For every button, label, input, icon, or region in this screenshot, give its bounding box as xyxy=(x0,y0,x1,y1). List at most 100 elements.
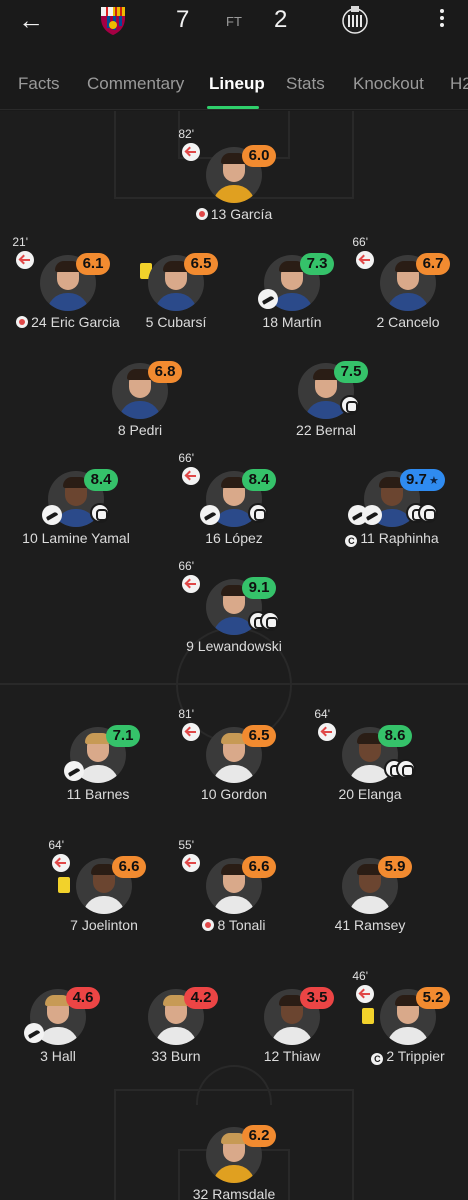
substitution-out-icon xyxy=(356,985,374,1003)
sub-minute: 64' xyxy=(314,707,330,721)
goal-ball-icon xyxy=(418,503,438,523)
player-card[interactable]: 9.7 ★ C 11 Raphinha xyxy=(322,451,462,551)
sub-minute: 66' xyxy=(178,559,194,573)
player-card[interactable]: 7.5 22 Bernal xyxy=(256,343,396,443)
sub-minute: 46' xyxy=(352,969,368,983)
player-rating: 4.2 xyxy=(184,987,218,1009)
player-rating: 7.5 xyxy=(334,361,368,383)
sub-minute: 21' xyxy=(12,235,28,249)
tab-lineup[interactable]: Lineup xyxy=(209,74,265,94)
assist-boot-icon xyxy=(24,1023,44,1043)
player-rating: 6.2 xyxy=(242,1125,276,1147)
lineup-pitch: 82' 6.0 13 García 21' 6.1 24 Eric Garcia… xyxy=(0,111,468,1200)
sub-minute: 81' xyxy=(178,707,194,721)
sub-minute: 64' xyxy=(48,838,64,852)
assist-boot-icon xyxy=(362,505,382,525)
player-name: 22 Bernal xyxy=(296,422,356,438)
substitution-out-icon xyxy=(182,143,200,161)
player-card[interactable]: 8.4 10 Lamine Yamal xyxy=(6,451,146,551)
player-rating: 6.1 xyxy=(76,253,110,275)
player-rating: 7.1 xyxy=(106,725,140,747)
player-name: 9 Lewandowski xyxy=(186,638,282,654)
goal-ball-icon xyxy=(90,503,110,523)
player-rating: 6.5 xyxy=(242,725,276,747)
player-card[interactable]: 66' 6.7 2 Cancelo xyxy=(338,235,468,335)
player-name: 16 López xyxy=(205,530,263,546)
tab-h2h[interactable]: H2 xyxy=(450,74,468,94)
player-card[interactable]: 6.8 8 Pedri xyxy=(70,343,210,443)
goal-ball-icon xyxy=(396,759,416,779)
goal-ball-icon xyxy=(260,611,280,631)
assist-boot-icon xyxy=(258,289,278,309)
yellow-card-icon xyxy=(58,877,70,893)
home-score: 7 xyxy=(176,6,190,33)
player-rating: 9.7 ★ xyxy=(400,469,445,491)
red-card-icon xyxy=(202,919,215,931)
player-rating: 8.6 xyxy=(378,725,412,747)
player-card[interactable]: 82' 6.0 13 García xyxy=(164,127,304,227)
sub-minute: 82' xyxy=(178,127,194,141)
goal-ball-icon xyxy=(340,395,360,415)
substitution-out-icon xyxy=(356,251,374,269)
star-icon: ★ xyxy=(428,475,439,487)
player-name: 41 Ramsey xyxy=(334,917,406,933)
penalty-arc-bottom xyxy=(196,1065,272,1105)
assist-boot-icon xyxy=(42,505,62,525)
player-name: 2 Cancelo xyxy=(376,314,440,330)
player-name: 20 Elanga xyxy=(338,786,402,802)
player-rating: 5.9 xyxy=(378,856,412,878)
player-rating: 6.5 xyxy=(184,253,218,275)
player-name: 10 Lamine Yamal xyxy=(22,530,130,546)
substitution-out-icon xyxy=(182,854,200,872)
home-team-crest[interactable] xyxy=(98,4,128,36)
player-rating: 6.6 xyxy=(242,856,276,878)
back-arrow-icon[interactable]: ← xyxy=(18,6,44,34)
player-rating: 8.4 xyxy=(242,469,276,491)
player-name: C2 Trippier xyxy=(318,1048,468,1065)
player-name: C 11 Raphinha xyxy=(302,530,468,547)
player-card[interactable]: 66' 9.1 9 Lewandowski xyxy=(164,559,304,659)
player-rating: 6.6 xyxy=(112,856,146,878)
assist-boot-icon xyxy=(200,505,220,525)
captain-icon: C xyxy=(345,535,358,547)
substitution-out-icon xyxy=(52,854,70,872)
player-rating: 8.4 xyxy=(84,469,118,491)
player-name: 32 Ramsdale xyxy=(192,1186,276,1200)
player-rating: 9.1 xyxy=(242,577,276,599)
red-card-icon xyxy=(195,208,208,220)
player-rating: 3.5 xyxy=(300,987,334,1009)
captain-icon: C xyxy=(371,1053,384,1065)
away-score: 2 xyxy=(274,6,288,33)
player-rating: 5.2 xyxy=(416,987,450,1009)
player-card[interactable]: 46' 5.2 C2 Trippier xyxy=(338,969,468,1069)
player-card[interactable]: 5.9 41 Ramsey xyxy=(300,838,440,938)
player-card[interactable]: 64' 8.6 20 Elanga xyxy=(300,707,440,807)
substitution-out-icon xyxy=(182,575,200,593)
player-name: 13 García xyxy=(144,206,324,222)
player-rating: 6.8 xyxy=(148,361,182,383)
player-rating: 6.7 xyxy=(416,253,450,275)
match-status: FT xyxy=(226,14,242,29)
sub-minute: 66' xyxy=(178,451,194,465)
tab-facts[interactable]: Facts xyxy=(18,74,60,94)
substitution-out-icon xyxy=(16,251,34,269)
sub-minute: 55' xyxy=(178,838,194,852)
tab-stats[interactable]: Stats xyxy=(286,74,325,94)
yellow-card-icon xyxy=(362,1008,374,1024)
player-rating: 6.0 xyxy=(242,145,276,167)
red-card-icon xyxy=(16,316,29,328)
match-header: ← 7 FT 2 xyxy=(0,0,468,48)
active-tab-indicator xyxy=(207,106,259,109)
goal-ball-icon xyxy=(248,503,268,523)
player-rating: 4.6 xyxy=(66,987,100,1009)
substitution-out-icon xyxy=(318,723,336,741)
player-card[interactable]: 6.2 32 Ramsdale xyxy=(164,1107,304,1200)
away-team-crest[interactable] xyxy=(340,4,370,36)
player-rating: 7.3 xyxy=(300,253,334,275)
tab-knockout[interactable]: Knockout xyxy=(353,74,424,94)
player-card[interactable]: 66' 8.4 16 López xyxy=(164,451,304,551)
more-options-icon[interactable] xyxy=(434,6,450,32)
tab-commentary[interactable]: Commentary xyxy=(87,74,184,94)
sub-minute: 66' xyxy=(352,235,368,249)
substitution-out-icon xyxy=(182,467,200,485)
